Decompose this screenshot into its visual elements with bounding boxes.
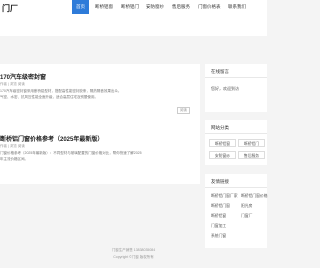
site-logo[interactable]: 门厂	[2, 3, 18, 14]
links-widget-title: 友情链接	[211, 179, 229, 184]
links-widget: 友情链接 断桥铝门窗厂家 断桥铝门窗 断桥铝窗 门窗加工 系统门窗 断桥铝门窗价…	[205, 174, 268, 248]
friend-link[interactable]: 断桥铝门窗	[211, 204, 230, 209]
friend-link[interactable]: 断桥铝门窗价格	[241, 194, 268, 199]
nav-item-service[interactable]: 售后服务	[172, 0, 190, 14]
contact-widget-title: 在线留言	[211, 69, 229, 74]
nav-item-doors[interactable]: 断桥铝门	[121, 0, 139, 14]
divider	[205, 187, 267, 188]
article-title[interactable]: 断桥铝门窗价格参考（2025年最新版）	[0, 134, 103, 143]
friend-link[interactable]: 门窗厂	[241, 214, 252, 219]
article-excerpt-line: 门窗价格参考（2025年最新版）：不同型材与玻璃配置的门窗价格对比，帮你快速了解…	[0, 151, 142, 155]
footer-copyright: Copyright ©门窗 版权所有	[113, 255, 154, 259]
friend-link[interactable]: 门窗加工	[211, 224, 226, 229]
contact-greeting: 您好，欢迎到访	[211, 86, 239, 91]
friend-link[interactable]: 系统门窗	[211, 234, 226, 239]
article-meta: 作者 | 浏览 阅读	[0, 144, 25, 148]
contact-widget: 在线留言 您好，欢迎到访	[205, 64, 267, 112]
friend-link[interactable]: 阳光房	[241, 204, 252, 209]
nav-item-windows[interactable]: 断桥铝窗	[95, 0, 113, 14]
category-tag[interactable]: 售后服务	[238, 151, 265, 159]
nav-item-home[interactable]: 首页	[72, 0, 89, 14]
article-title[interactable]: 170汽车级密封窗	[0, 72, 46, 81]
read-more-button[interactable]: 阅读	[177, 107, 190, 114]
category-tag[interactable]: 断桥铝窗	[209, 139, 236, 147]
categories-widget-title: 网站分类	[211, 125, 229, 130]
friend-link[interactable]: 断桥铝窗	[211, 214, 226, 219]
friend-link[interactable]: 断桥铝门窗厂家	[211, 194, 238, 199]
divider	[205, 77, 267, 78]
nav-item-screens[interactable]: 安防窗纱	[146, 0, 164, 14]
category-tag[interactable]: 断桥铝门	[238, 139, 265, 147]
article-excerpt-line: 170汽车级密封窗采用断桥铝型材，搭配高性能密封胶条，隔热隔音效果出众。	[0, 89, 122, 93]
article-meta: 作者 | 浏览 阅读	[0, 82, 25, 86]
category-tag[interactable]: 安防窗纱	[209, 151, 236, 159]
nav-item-contact[interactable]: 联系我们	[228, 0, 246, 14]
main-nav: 首页 断桥铝窗 断桥铝门 安防窗纱 售后服务 门窗价格表 联系我们	[40, 0, 267, 14]
nav-item-prices[interactable]: 门窗价格表	[198, 0, 221, 14]
article-list: 170汽车级密封窗 作者 | 浏览 阅读 170汽车级密封窗采用断桥铝型材，搭配…	[0, 64, 200, 184]
categories-widget: 网站分类 断桥铝窗 断桥铝门 安防窗纱 售后服务	[205, 120, 267, 165]
article-excerpt-line: 年主流价格区间。	[0, 157, 28, 161]
footer-contact: 门窗生产销售 13838035084	[111, 248, 156, 252]
site-header: 门厂 首页 断桥铝窗 断桥铝门 安防窗纱 售后服务 门窗价格表 联系我们	[0, 0, 267, 36]
article-excerpt-line: 气密、水密、抗风压性能全面升级，适合高层住宅及别墅使用。	[0, 95, 98, 99]
divider	[205, 133, 267, 134]
